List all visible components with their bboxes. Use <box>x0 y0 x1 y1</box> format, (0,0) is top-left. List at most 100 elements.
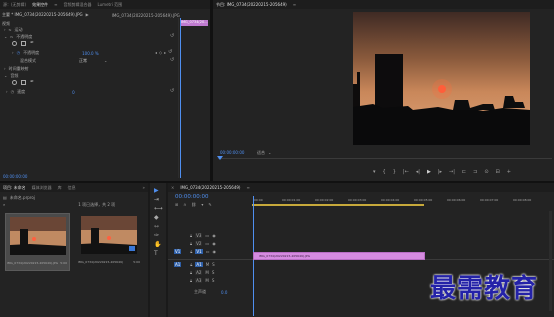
clip-path-sequence[interactable]: IMG_0734(20220215-205649).JPG <box>112 13 180 18</box>
chevron-down-icon[interactable]: ⌄ <box>104 59 107 63</box>
reset-icon[interactable]: ↺ <box>168 50 172 55</box>
nest-icon[interactable]: ⊞ <box>175 203 178 207</box>
rect-mask-icon[interactable] <box>21 41 26 46</box>
source-patch-v1[interactable]: V1 <box>174 249 182 254</box>
track-select-tool[interactable]: ⇥ <box>154 196 159 203</box>
program-timecode[interactable]: 00:00:00:00 <box>220 150 244 155</box>
ellipse-mask-icon[interactable] <box>12 41 17 46</box>
track-lock-icon[interactable]: 🔒︎ <box>190 278 192 283</box>
play-icon[interactable]: ▶ <box>427 170 431 175</box>
timeline-timecode[interactable]: 00:00:00:00 <box>175 194 209 200</box>
project-file-name[interactable]: 未命名.prproj <box>10 195 35 201</box>
mark-out-icon[interactable]: } <box>393 170 396 175</box>
compare-view-icon[interactable]: ⊟ <box>496 170 500 175</box>
search-icon[interactable]: ⌕ <box>3 203 5 207</box>
motion-effect-row[interactable]: › fx 运动 <box>4 27 22 33</box>
timeline-sequence-tab[interactable]: IMG_0734(20220215-205649) <box>180 185 240 190</box>
audio-effect-row[interactable]: ⌄ 音频 <box>4 73 18 79</box>
program-viewer[interactable] <box>353 12 530 145</box>
effect-controls-timecode[interactable]: 00:00:00:00 <box>3 174 27 179</box>
export-frame-icon[interactable]: ⊙ <box>484 170 488 175</box>
expand-arrow-icon[interactable]: › <box>4 67 6 71</box>
tab-info[interactable]: 信息 <box>68 185 76 191</box>
solo-button[interactable]: S <box>212 262 215 267</box>
sync-lock-icon[interactable]: ▭ <box>206 249 210 254</box>
expand-arrow-icon[interactable]: › <box>12 51 14 55</box>
select-tool[interactable]: ▶ <box>154 187 159 194</box>
fit-select[interactable]: 适合 ⌄ <box>257 150 271 156</box>
track-label[interactable]: V2 <box>195 241 203 246</box>
extract-icon[interactable]: ⊐ <box>473 170 477 175</box>
reset-opacity-icon[interactable]: ↺ <box>170 33 174 39</box>
timeline-menu-icon[interactable]: ≡ <box>246 185 249 190</box>
slip-tool[interactable]: ⇿ <box>154 223 159 230</box>
tab-audio-clip-mixer[interactable]: 音频剪辑混合器 <box>63 2 91 8</box>
track-lock-icon[interactable]: 🔒︎ <box>190 233 192 238</box>
track-lock-icon[interactable]: 🔒︎ <box>190 270 192 275</box>
mini-timeline-playhead[interactable] <box>180 18 181 178</box>
tab-source[interactable]: 源：(无剪辑) <box>3 2 26 8</box>
track-label[interactable]: A2 <box>195 270 203 275</box>
type-tool[interactable]: T <box>154 250 158 257</box>
tab-lumetri-scopes[interactable]: Lumetri 范围 <box>97 2 122 8</box>
project-item-2[interactable]: IMG_0734(20220215-205649) 5:00 <box>77 213 142 271</box>
tab-libraries[interactable]: 库 <box>58 185 62 191</box>
master-volume[interactable]: 0.0 <box>221 290 227 295</box>
stopwatch-icon[interactable]: ◷ <box>11 90 15 94</box>
add-marker-icon[interactable]: ▾ <box>373 170 376 175</box>
ripple-edit-tool[interactable]: ⟷ <box>154 205 163 212</box>
mute-button[interactable]: M <box>206 262 209 267</box>
add-keyframe-icon[interactable]: ◇ <box>159 50 162 55</box>
more-panels-icon[interactable]: » <box>143 185 145 190</box>
collapse-arrow-icon[interactable]: ⌄ <box>4 35 7 39</box>
blend-mode-select[interactable]: 正常 <box>79 58 87 64</box>
pen-mask-icon[interactable]: ✒ <box>30 80 34 85</box>
tab-media-browser[interactable]: 媒体浏览器 <box>32 185 52 191</box>
add-marker-icon[interactable]: ▾ <box>201 203 203 207</box>
solo-button[interactable]: S <box>212 278 215 283</box>
track-label[interactable]: A3 <box>195 278 203 283</box>
pen-tool[interactable]: ✑ <box>154 232 159 239</box>
tab-project[interactable]: 项目: 未命名 <box>3 185 26 191</box>
track-label[interactable]: A1 <box>195 262 203 267</box>
program-monitor-title[interactable]: 节目: IMG_0734(20220215-205649) <box>216 2 287 8</box>
timeline-vertical-scrollbar[interactable] <box>549 211 552 311</box>
expand-arrow-icon[interactable]: › <box>4 28 6 32</box>
close-tab-icon[interactable]: × <box>171 185 174 190</box>
timeline-clip-v1[interactable]: IMG_0734(20220215-205649).JPG <box>253 252 425 260</box>
mute-button[interactable]: M <box>205 270 208 275</box>
sync-lock-icon[interactable]: ▭ <box>205 241 209 246</box>
eye-icon[interactable]: ◉ <box>212 233 216 238</box>
play-only-icon[interactable]: ▶ <box>86 13 89 17</box>
track-lock-icon[interactable]: 🔒︎ <box>190 249 192 254</box>
pen-mask-icon[interactable]: ✒ <box>30 41 34 46</box>
rect-mask-icon[interactable] <box>21 80 26 85</box>
go-to-in-icon[interactable]: |← <box>403 170 409 175</box>
lift-icon[interactable]: ⊏ <box>462 170 466 175</box>
track-lock-icon[interactable]: 🔒︎ <box>190 262 192 267</box>
program-playhead-icon[interactable] <box>217 156 223 160</box>
mark-in-icon[interactable]: { <box>383 170 386 175</box>
reset-blend-icon[interactable]: ↺ <box>170 57 174 63</box>
step-back-icon[interactable]: ◂| <box>416 170 420 175</box>
work-area-bar[interactable] <box>252 204 424 206</box>
settings-wrench-icon[interactable]: ✎ <box>208 203 211 207</box>
reset-speed-icon[interactable]: ↺ <box>170 88 174 94</box>
timeline-ruler[interactable]: 00:00 00:00:01:00 00:00:02:00 00:00:03:0… <box>252 194 552 208</box>
razor-tool[interactable]: ◆ <box>154 214 159 221</box>
source-patch-a1[interactable]: A1 <box>174 262 182 267</box>
mini-timeline-clip[interactable]: IMG_0734(20... <box>180 20 208 26</box>
time-remap-row[interactable]: › 时间重映射 <box>4 66 29 72</box>
button-editor-icon[interactable]: + <box>507 170 511 175</box>
eye-icon[interactable]: ◉ <box>212 241 216 246</box>
prev-keyframe-icon[interactable]: ◂ <box>155 50 157 55</box>
track-label[interactable]: V1 <box>195 249 203 254</box>
track-label[interactable]: V3 <box>195 233 203 238</box>
hand-tool[interactable]: ✋ <box>154 241 161 248</box>
next-keyframe-icon[interactable]: ▸ <box>164 50 166 55</box>
tab-menu-icon[interactable]: ≡ <box>54 2 57 7</box>
step-forward-icon[interactable]: |▸ <box>438 170 442 175</box>
sync-lock-icon[interactable]: ▭ <box>205 233 209 238</box>
mute-button[interactable]: M <box>205 278 208 283</box>
solo-button[interactable]: S <box>212 270 215 275</box>
